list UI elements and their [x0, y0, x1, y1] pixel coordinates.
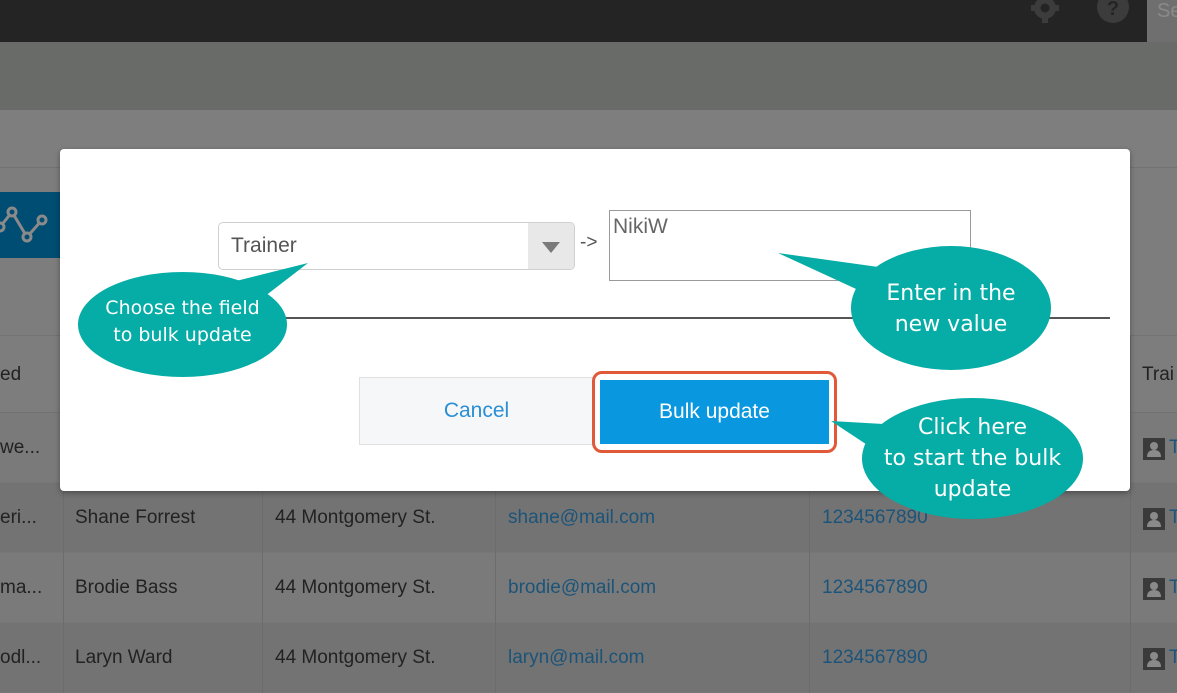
callout-choose-field: Choose the field to bulk update: [78, 272, 287, 377]
callout-line: Choose the field: [105, 297, 260, 319]
callout-line: to start the bulk: [883, 446, 1062, 471]
callout-enter-value: Enter in the new value: [851, 246, 1051, 370]
callout-line: new value: [894, 312, 1008, 337]
callout-click-here: Click here to start the bulk update: [862, 398, 1083, 519]
callout-line: to bulk update: [113, 324, 252, 346]
callout-line: Enter in the: [886, 281, 1016, 306]
callout-line: Click here: [918, 415, 1027, 440]
callout-line: update: [933, 477, 1012, 502]
